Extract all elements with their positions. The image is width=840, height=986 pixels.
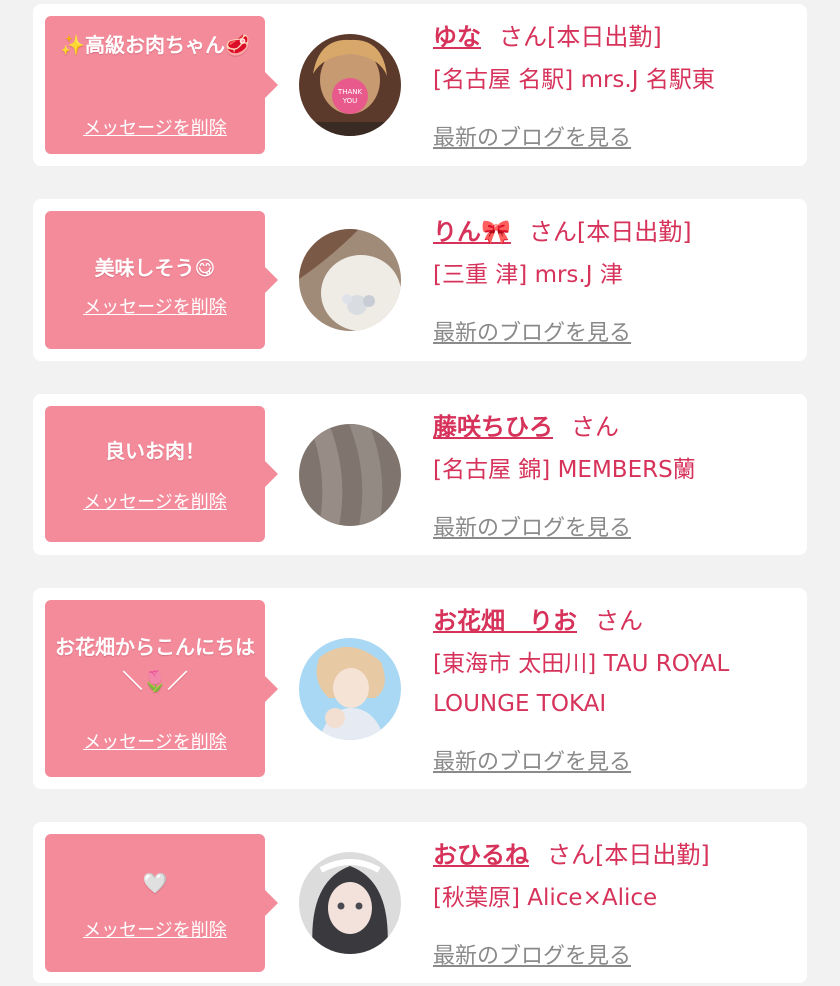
cast-info: おひるね さん[本日出勤] [秋葉原] Alice×Alice bbox=[433, 838, 797, 918]
cast-name-link[interactable]: おひるね bbox=[433, 841, 529, 869]
name-line: おひるね さん[本日出勤] bbox=[433, 838, 797, 872]
delete-message-link[interactable]: メッセージを削除 bbox=[45, 293, 265, 319]
view-blog-link[interactable]: 最新のブログを見る bbox=[433, 744, 631, 776]
message-card: お花畑からこんにちは＼🌷／ メッセージを削除 お花畑 りお さん [東海市 太田川… bbox=[33, 588, 807, 789]
delete-message-link[interactable]: メッセージを削除 bbox=[45, 488, 265, 514]
cast-info: ゆな さん[本日出勤] [名古屋 名駅] mrs.J 名駅東 bbox=[433, 20, 797, 100]
cast-name-link[interactable]: 藤咲ちひろ bbox=[433, 413, 553, 441]
cast-status: さん bbox=[595, 607, 643, 635]
delete-message-link[interactable]: メッセージを削除 bbox=[45, 916, 265, 942]
avatar[interactable] bbox=[299, 852, 401, 954]
view-blog-link[interactable]: 最新のブログを見る bbox=[433, 315, 631, 347]
message-bubble: お花畑からこんにちは＼🌷／ メッセージを削除 bbox=[45, 600, 278, 777]
shop-label: [東海市 太田川] TAU ROYAL LOUNGE TOKAI bbox=[433, 651, 730, 717]
avatar[interactable] bbox=[299, 229, 401, 331]
cast-status: さん[本日出勤] bbox=[499, 23, 662, 51]
message-text: ✨高級お肉ちゃん🥩 bbox=[60, 33, 250, 57]
cast-info: 藤咲ちひろ さん [名古屋 錦] MEMBERS蘭 bbox=[433, 410, 797, 490]
cast-status: さん[本日出勤] bbox=[547, 841, 710, 869]
message-bubble: 🤍 メッセージを削除 bbox=[45, 834, 278, 972]
cast-info: お花畑 りお さん [東海市 太田川] TAU ROYAL LOUNGE TOKA… bbox=[433, 604, 797, 724]
message-bubble: 良いお肉！ メッセージを削除 bbox=[45, 406, 278, 542]
message-bubble: ✨高級お肉ちゃん🥩 メッセージを削除 bbox=[45, 16, 278, 154]
svg-text:THANK: THANK bbox=[337, 88, 363, 96]
shop-label: [秋葉原] Alice×Alice bbox=[433, 885, 658, 911]
shop-label: [三重 津] mrs.J 津 bbox=[433, 262, 623, 288]
svg-text:YOU: YOU bbox=[342, 97, 358, 105]
shop-label: [名古屋 錦] MEMBERS蘭 bbox=[433, 457, 696, 483]
view-blog-link[interactable]: 最新のブログを見る bbox=[433, 938, 631, 970]
avatar[interactable]: THANK YOU bbox=[299, 34, 401, 136]
cast-name-link[interactable]: りん🎀 bbox=[433, 218, 511, 246]
message-text: 美味しそう😋 bbox=[94, 256, 216, 280]
message-card: 🤍 メッセージを削除 おひるね さん[本日出勤] [秋葉原] Alice×Alic… bbox=[33, 822, 807, 983]
delete-message-link[interactable]: メッセージを削除 bbox=[45, 114, 265, 140]
name-line: りん🎀 さん[本日出勤] bbox=[433, 215, 797, 249]
avatar[interactable] bbox=[299, 424, 401, 526]
cast-status: さん[本日出勤] bbox=[528, 218, 692, 246]
cast-status: さん bbox=[571, 413, 619, 441]
message-card: 美味しそう😋 メッセージを削除 りん🎀 さん[本日出勤] [三重 津] mrs.J… bbox=[33, 199, 807, 361]
view-blog-link[interactable]: 最新のブログを見る bbox=[433, 510, 631, 542]
name-line: 藤咲ちひろ さん bbox=[433, 410, 797, 444]
delete-message-link[interactable]: メッセージを削除 bbox=[45, 728, 265, 754]
avatar[interactable] bbox=[299, 638, 401, 740]
shop-label: [名古屋 名駅] mrs.J 名駅東 bbox=[433, 67, 715, 93]
message-card: ✨高級お肉ちゃん🥩 メッセージを削除 THANK YOU ゆな さん[本日出勤] … bbox=[33, 4, 807, 166]
cast-info: りん🎀 さん[本日出勤] [三重 津] mrs.J 津 bbox=[433, 215, 797, 295]
name-line: ゆな さん[本日出勤] bbox=[433, 20, 797, 54]
name-line: お花畑 りお さん bbox=[433, 604, 797, 638]
cast-name-link[interactable]: お花畑 りお bbox=[433, 607, 577, 635]
view-blog-link[interactable]: 最新のブログを見る bbox=[433, 120, 631, 152]
message-text: 良いお肉！ bbox=[105, 439, 205, 463]
message-bubble: 美味しそう😋 メッセージを削除 bbox=[45, 211, 278, 349]
message-card: 良いお肉！ メッセージを削除 藤咲ちひろ さん [名古屋 錦] MEMBERS蘭 … bbox=[33, 394, 807, 555]
message-text: 🤍 bbox=[142, 871, 168, 895]
cast-name-link[interactable]: ゆな bbox=[433, 23, 481, 51]
message-text: お花畑からこんにちは＼🌷／ bbox=[55, 635, 255, 693]
